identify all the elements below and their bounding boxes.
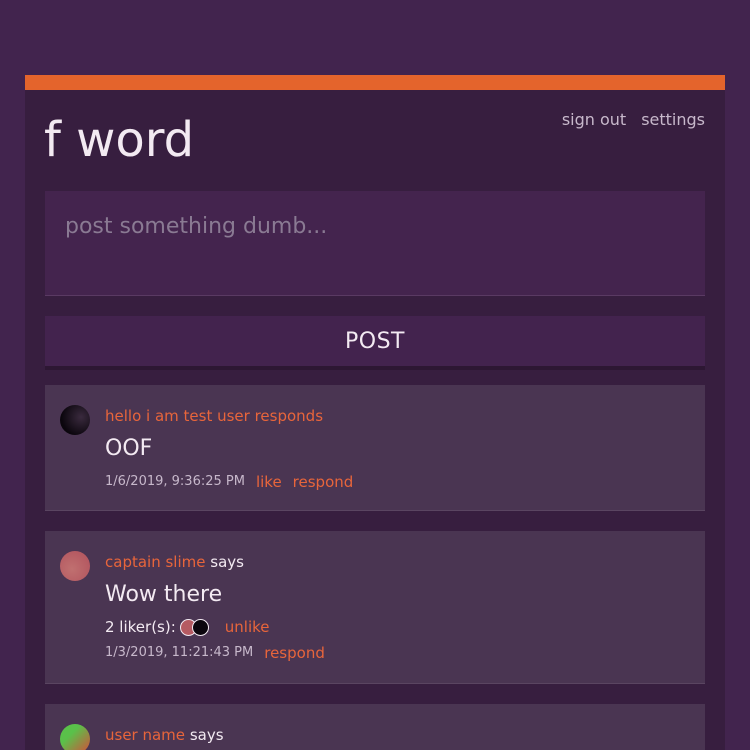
author-line: captain slime says	[105, 551, 690, 573]
author-verb: says	[210, 553, 244, 571]
author-line: user name says	[105, 724, 690, 746]
like-link[interactable]: like	[256, 472, 282, 492]
timestamp: 1/3/2019, 11:21:43 PM	[105, 645, 254, 660]
post-body: user name says	[105, 724, 690, 746]
post-body: captain slime says Wow there 2 liker(s):…	[105, 551, 690, 663]
avatar[interactable]	[60, 724, 90, 750]
settings-link[interactable]: settings	[641, 110, 705, 129]
nav: sign out settings	[562, 110, 705, 129]
post-body: hello i am test user responds OOF 1/6/20…	[105, 405, 690, 492]
timestamp: 1/6/2019, 9:36:25 PM	[105, 474, 245, 489]
post-text: OOF	[105, 436, 153, 461]
respond-link[interactable]: respond	[264, 643, 325, 663]
accent-bar	[25, 75, 725, 90]
avatar[interactable]	[60, 405, 90, 435]
avatar[interactable]	[60, 551, 90, 581]
respond-link[interactable]: respond	[293, 472, 354, 492]
header: f word sign out settings	[25, 90, 725, 191]
main-card: f word sign out settings POST hello i am…	[25, 75, 725, 750]
likers-row: 2 liker(s): unlike	[105, 616, 690, 638]
post-item: user name says	[45, 704, 705, 750]
logo: f word	[44, 112, 195, 168]
post-meta: 1/3/2019, 11:21:43 PM respond	[105, 643, 690, 663]
author-link[interactable]: user name	[105, 726, 185, 744]
author-verb: says	[189, 726, 224, 744]
post-input[interactable]	[45, 191, 705, 296]
unlike-link[interactable]: unlike	[225, 616, 270, 638]
post-button[interactable]: POST	[45, 316, 705, 370]
post-meta: 1/6/2019, 9:36:25 PM like respond	[105, 472, 690, 492]
author-line: hello i am test user responds	[105, 405, 690, 427]
sign-out-link[interactable]: sign out	[562, 110, 626, 129]
author-link[interactable]: captain slime	[105, 553, 205, 571]
author-link[interactable]: hello i am test user responds	[105, 407, 323, 425]
post-item: hello i am test user responds OOF 1/6/20…	[45, 385, 705, 511]
liker-avatar[interactable]	[191, 618, 209, 636]
post-item: captain slime says Wow there 2 liker(s):…	[45, 531, 705, 684]
post-text: Wow there	[105, 582, 223, 607]
likers-count: 2 liker(s):	[105, 618, 176, 636]
